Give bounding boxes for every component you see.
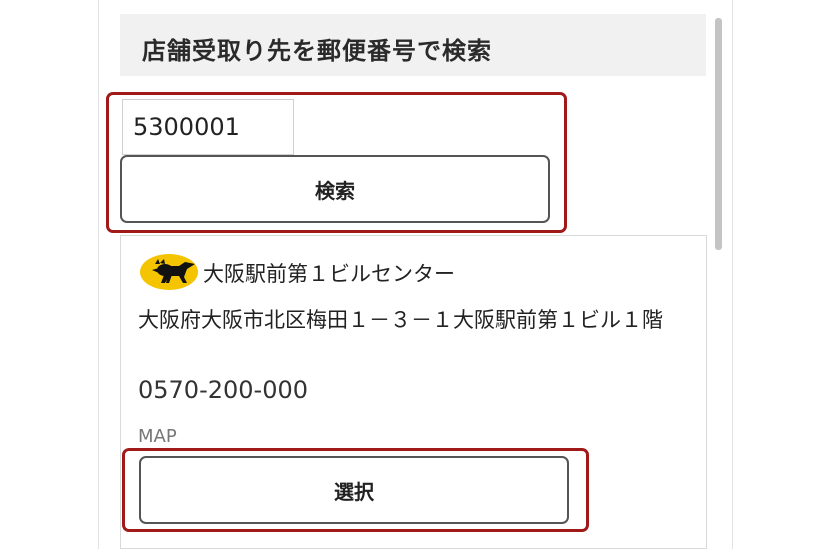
store-name: 大阪駅前第１ビルセンター [203, 262, 455, 286]
store-phone: 0570-200-000 [138, 376, 309, 404]
yamato-cat-logo-icon [140, 254, 198, 290]
select-store-button[interactable]: 選択 [139, 456, 569, 524]
store-address: 大阪府大阪市北区梅田１－３－１大阪駅前第１ビル１階 [138, 308, 663, 332]
search-button[interactable]: 検索 [120, 155, 550, 223]
section-header: 店舗受取り先を郵便番号で検索 [120, 14, 706, 76]
section-title: 店舗受取り先を郵便番号で検索 [142, 37, 492, 65]
scrollbar[interactable] [715, 18, 722, 250]
map-link[interactable]: MAP [138, 426, 177, 447]
postal-code-input[interactable] [122, 99, 294, 155]
